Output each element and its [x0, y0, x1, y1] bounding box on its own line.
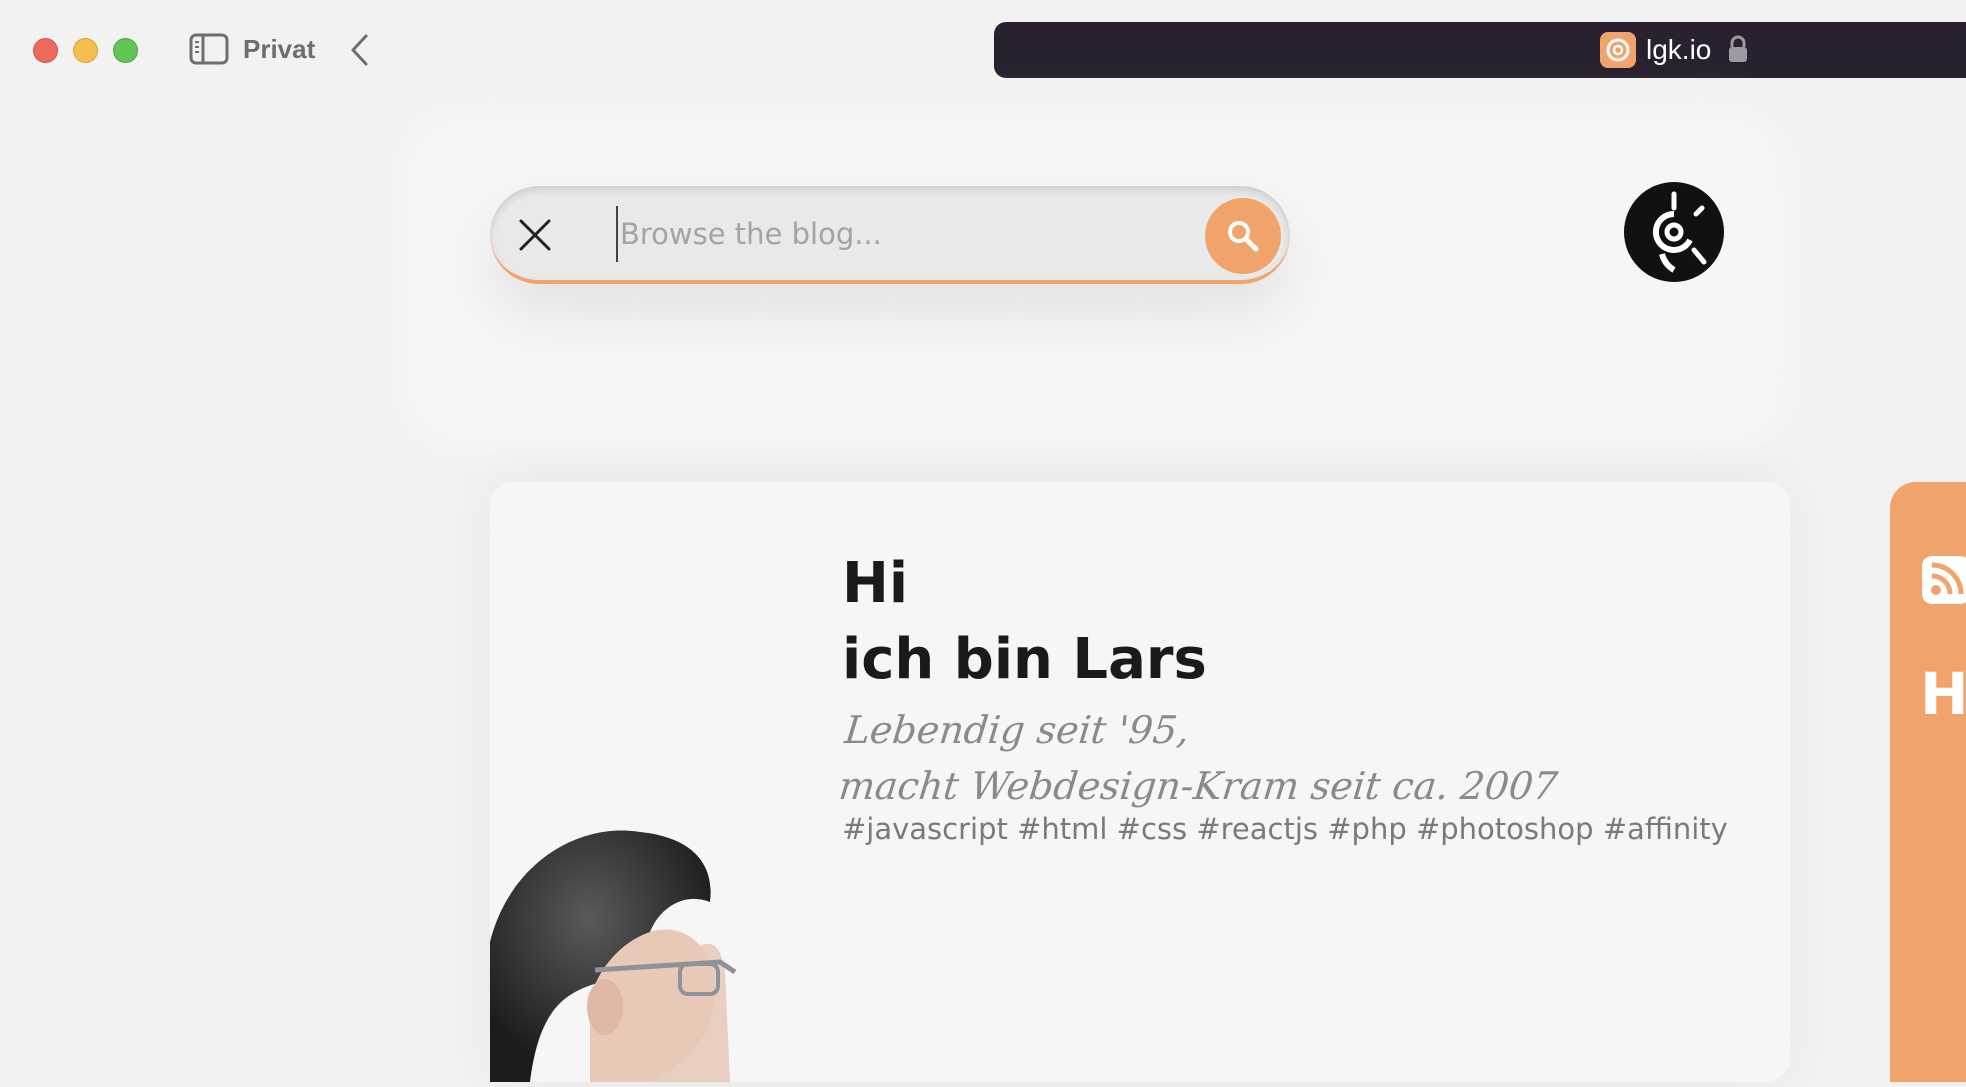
url-text: lgk.io: [1646, 34, 1712, 65]
close-window-button[interactable]: [33, 38, 58, 63]
greeting-line-2: ich bin Lars: [842, 627, 1207, 692]
greeting-heading: Hi ich bin Lars: [842, 546, 1207, 698]
tagline: Lebendig seit '95, macht Webdesign-Kram …: [836, 702, 1566, 814]
search-button[interactable]: [1205, 198, 1281, 274]
author-portrait: [490, 822, 790, 1082]
site-favicon: [1600, 32, 1636, 68]
close-icon[interactable]: [518, 218, 552, 252]
tagline-line-1: Lebendig seit '95,: [842, 708, 1192, 752]
minimize-window-button[interactable]: [73, 38, 98, 63]
rss-icon[interactable]: [1920, 554, 1966, 606]
search-icon: [1228, 221, 1259, 252]
site-logo[interactable]: [1624, 182, 1724, 282]
side-panel-letter: H: [1920, 660, 1966, 728]
greeting-line-1: Hi: [842, 551, 909, 616]
lock-icon: [1727, 34, 1749, 64]
sidebar-toggle-icon[interactable]: [189, 33, 229, 65]
back-chevron-icon[interactable]: [348, 32, 372, 68]
search-input[interactable]: [616, 206, 1186, 262]
intro-card: Hi ich bin Lars Lebendig seit '95, macht…: [490, 482, 1790, 1082]
profile-label[interactable]: Privat: [243, 34, 315, 65]
address-bar[interactable]: lgk.io: [994, 22, 1966, 78]
browser-titlebar: Privat lgk.io: [0, 0, 1966, 100]
skill-tags: #javascript #html #css #reactjs #php #ph…: [842, 812, 1728, 846]
tagline-line-2: macht Webdesign-Kram seit ca. 2007: [836, 764, 1560, 808]
search-bar: [490, 186, 1290, 284]
page-content: Hi ich bin Lars Lebendig seit '95, macht…: [0, 100, 1966, 1082]
side-panel[interactable]: H: [1890, 482, 1966, 1082]
fullscreen-window-button[interactable]: [113, 38, 138, 63]
